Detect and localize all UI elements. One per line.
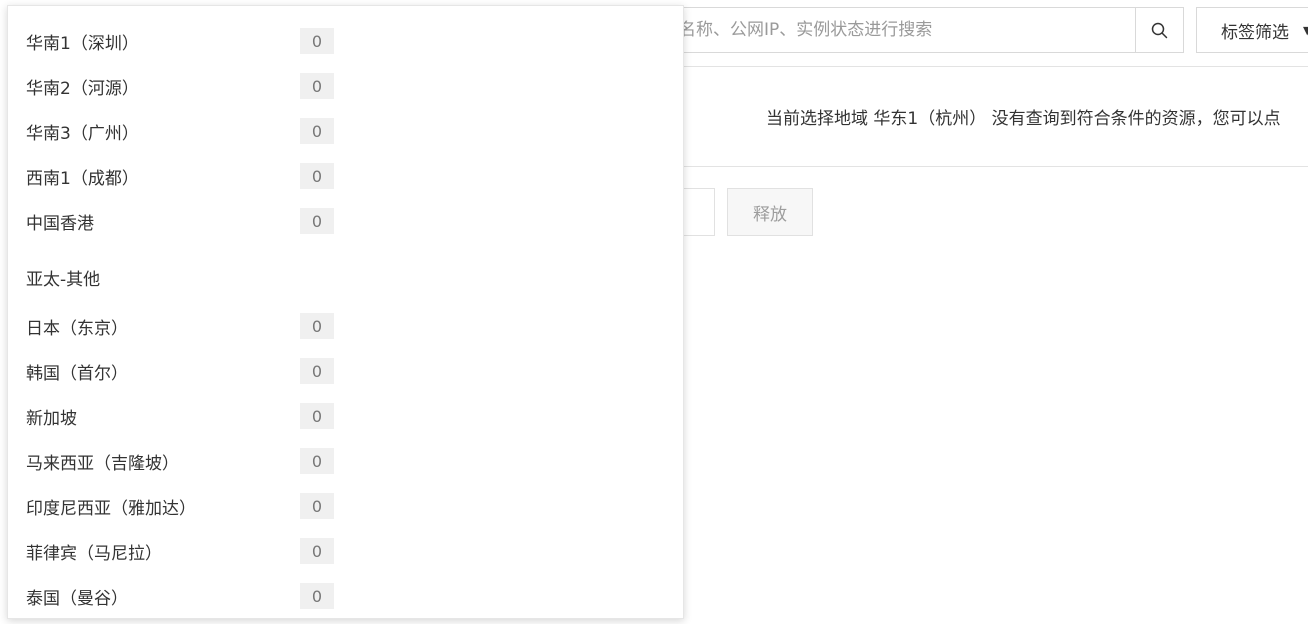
search-button[interactable]: [1135, 8, 1183, 52]
region-dropdown: 华南1（深圳） 0 华南2（河源） 0 华南3（广州） 0 西南1（成都） 0 …: [7, 5, 684, 619]
region-name: 韩国（首尔）: [26, 364, 128, 384]
region-option[interactable]: 韩国（首尔） 0: [8, 349, 683, 394]
region-option[interactable]: 华南3（广州） 0: [8, 109, 683, 154]
region-option[interactable]: 中国香港 0: [8, 199, 683, 244]
divider: [684, 166, 1308, 167]
region-name: 马来西亚（吉隆坡）: [26, 454, 179, 474]
region-option[interactable]: 华南2（河源） 0: [8, 64, 683, 109]
region-option[interactable]: 泰国（曼谷） 0: [8, 574, 683, 618]
search-box: [640, 7, 1184, 53]
region-name: 华南3（广州）: [26, 124, 139, 144]
region-name: 印度尼西亚（雅加达）: [26, 499, 196, 519]
release-button[interactable]: 释放: [727, 188, 813, 236]
region-name: 泰国（曼谷）: [26, 589, 128, 609]
region-name: 华南1（深圳）: [26, 34, 139, 54]
region-count-badge: 0: [300, 403, 334, 429]
empty-result-message: 当前选择地域 华东1（杭州） 没有查询到符合条件的资源，您可以点: [766, 109, 1281, 129]
chevron-down-icon: ▼: [1303, 23, 1308, 37]
search-input[interactable]: [641, 8, 1135, 52]
region-count-badge: 0: [300, 208, 334, 234]
region-option[interactable]: 菲律宾（马尼拉） 0: [8, 529, 683, 574]
tag-filter-label: 标签筛选: [1221, 22, 1289, 43]
region-option[interactable]: 西南1（成都） 0: [8, 154, 683, 199]
region-option[interactable]: 印度尼西亚（雅加达） 0: [8, 484, 683, 529]
region-name: 中国香港: [26, 214, 94, 234]
region-option[interactable]: 马来西亚（吉隆坡） 0: [8, 439, 683, 484]
region-count-badge: 0: [300, 163, 334, 189]
region-name: 日本（东京）: [26, 319, 128, 339]
region-count-badge: 0: [300, 538, 334, 564]
tag-filter-dropdown[interactable]: 标签筛选 ▼: [1196, 7, 1308, 53]
region-count-badge: 0: [300, 118, 334, 144]
region-group-title: 亚太-其他: [26, 270, 101, 290]
region-option[interactable]: 新加坡 0: [8, 394, 683, 439]
region-count-badge: 0: [300, 73, 334, 99]
region-option[interactable]: 华南1（深圳） 0: [8, 19, 683, 64]
region-count-badge: 0: [300, 448, 334, 474]
region-name: 华南2（河源）: [26, 79, 139, 99]
region-count-badge: 0: [300, 358, 334, 384]
release-button-label: 释放: [753, 204, 787, 225]
search-icon: [1151, 22, 1168, 38]
region-option[interactable]: 日本（东京） 0: [8, 304, 683, 349]
region-count-badge: 0: [300, 583, 334, 609]
region-name: 菲律宾（马尼拉）: [26, 544, 162, 564]
region-count-badge: 0: [300, 28, 334, 54]
region-count-badge: 0: [300, 313, 334, 339]
region-count-badge: 0: [300, 493, 334, 519]
divider: [684, 66, 1308, 67]
region-name: 西南1（成都）: [26, 169, 139, 189]
region-name: 新加坡: [26, 409, 77, 429]
